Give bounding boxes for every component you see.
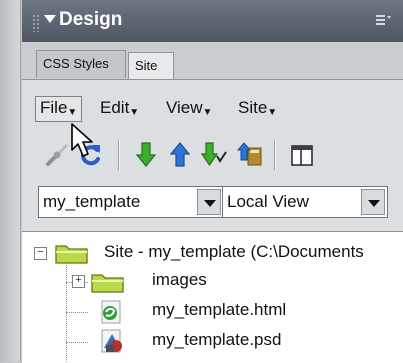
check-in-icon[interactable] xyxy=(236,140,264,170)
design-panel: Design CSS Styles Site File▼ Edit▼ View▼… xyxy=(22,0,403,363)
collapse-arrow-icon[interactable] xyxy=(44,15,56,23)
menu-view-label: View xyxy=(166,98,203,117)
mouse-pointer-icon xyxy=(71,123,93,157)
collapse-toggle-icon[interactable]: − xyxy=(34,247,47,260)
connect-icon[interactable] xyxy=(44,140,72,170)
view-dropdown-value: Local View xyxy=(227,192,309,211)
panel-options-icon[interactable] xyxy=(375,12,391,28)
menu-edit-label: Edit xyxy=(100,98,130,117)
put-files-icon[interactable] xyxy=(166,140,194,170)
site-dropdown-value: my_template xyxy=(43,192,141,211)
tree-item-label: my_template.html xyxy=(152,300,287,319)
view-dropdown[interactable]: Local View xyxy=(222,186,388,218)
html-file-icon xyxy=(101,300,121,324)
tree-root-label: Site - my_template (C:\Documents xyxy=(104,242,364,261)
tree-item-label: my_template.psd xyxy=(152,330,282,349)
toolbar-separator xyxy=(274,140,276,170)
dropdown-arrow-icon[interactable] xyxy=(197,189,221,215)
get-files-icon[interactable] xyxy=(132,140,160,170)
tree-item-label: images xyxy=(152,270,207,289)
panel-titlebar[interactable]: Design xyxy=(22,0,403,42)
menu-site[interactable]: Site▼ xyxy=(238,98,277,118)
tree-guide-line xyxy=(66,342,88,343)
chevron-down-icon: ▼ xyxy=(129,107,140,118)
panel-title: Design xyxy=(59,9,123,30)
site-dropdown[interactable]: my_template xyxy=(38,186,224,218)
dropdown-arrow-icon[interactable] xyxy=(361,189,385,215)
tree-guide-line xyxy=(66,312,88,313)
menu-edit[interactable]: Edit▼ xyxy=(100,98,139,118)
chevron-down-icon: ▼ xyxy=(67,107,78,118)
menu-file[interactable]: File▼ xyxy=(35,96,83,122)
tab-css-styles[interactable]: CSS Styles xyxy=(36,50,126,78)
expand-toggle-icon[interactable]: + xyxy=(72,275,85,288)
chevron-down-icon: ▼ xyxy=(202,107,213,118)
site-menubar: File▼ Edit▼ View▼ Site▼ xyxy=(22,92,403,122)
site-selectors: my_template Local View xyxy=(22,186,403,220)
check-out-icon[interactable] xyxy=(200,140,228,170)
toolbar-separator xyxy=(118,140,120,170)
tab-site[interactable]: Site xyxy=(128,52,174,79)
site-file-tree: − Site - my_template (C:\Documents + ima… xyxy=(22,231,403,363)
folder-icon xyxy=(91,274,124,293)
chevron-down-icon: ▼ xyxy=(267,107,278,118)
gripper-icon[interactable] xyxy=(32,14,40,32)
psd-file-icon xyxy=(101,329,122,353)
menu-site-label: Site xyxy=(238,98,268,117)
left-dock-strip xyxy=(0,0,21,362)
folder-icon xyxy=(55,245,88,264)
expand-panel-icon[interactable] xyxy=(288,140,316,170)
panel-tabs: CSS Styles Site xyxy=(22,42,403,80)
menu-view[interactable]: View▼ xyxy=(166,98,212,118)
menu-file-label: File xyxy=(40,98,68,117)
